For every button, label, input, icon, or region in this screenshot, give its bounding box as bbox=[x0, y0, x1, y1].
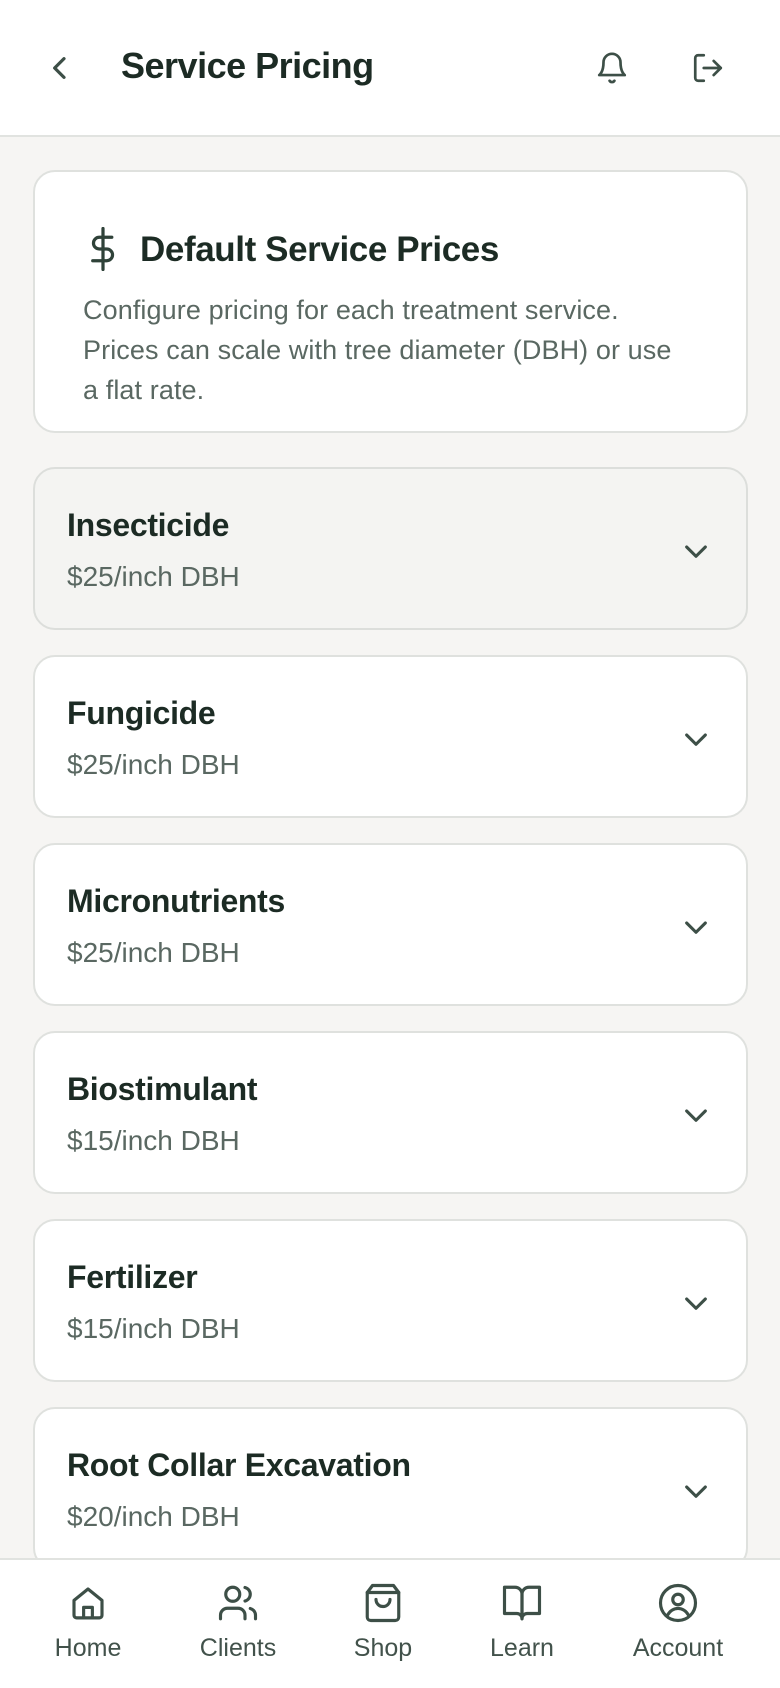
nav-label: Home bbox=[54, 1634, 122, 1662]
service-name: Insecticide bbox=[67, 507, 230, 543]
service-name: Fungicide bbox=[67, 695, 216, 731]
service-price: $15/inch DBH bbox=[67, 1313, 240, 1344]
user-circle-icon bbox=[658, 1583, 698, 1623]
service-price: $15/inch DBH bbox=[67, 1125, 240, 1156]
chevron-down-icon bbox=[685, 1109, 707, 1122]
book-open-icon bbox=[502, 1585, 542, 1621]
nav-item-clients[interactable]: Clients bbox=[173, 1582, 303, 1682]
nav-item-shop[interactable]: Shop bbox=[318, 1582, 448, 1682]
service-price: $25/inch DBH bbox=[67, 561, 240, 592]
service-card-insecticide[interactable]: Insecticide $25/inch DBH bbox=[33, 467, 748, 630]
card-title: Default Service Prices bbox=[140, 230, 499, 269]
chevron-down-icon bbox=[685, 733, 707, 746]
shopping-bag-icon bbox=[365, 1583, 401, 1623]
service-name: Root Collar Excavation bbox=[67, 1447, 411, 1483]
chevron-down-icon bbox=[685, 545, 707, 558]
page-title: Service Pricing bbox=[121, 45, 374, 86]
service-price: $25/inch DBH bbox=[67, 749, 240, 780]
nav-item-learn[interactable]: Learn bbox=[457, 1582, 587, 1682]
service-card-micronutrients[interactable]: Micronutrients $25/inch DBH bbox=[33, 843, 748, 1006]
service-pricing-screen: Service Pricing Default Service Prices C… bbox=[0, 0, 780, 1688]
logout-icon bbox=[693, 53, 723, 83]
home-icon bbox=[72, 1587, 104, 1620]
back-button[interactable] bbox=[40, 46, 80, 90]
users-icon bbox=[218, 1585, 258, 1621]
card-description: Configure pricing for each treatment ser… bbox=[83, 295, 672, 405]
bottom-navigation: Home Clients Shop Learn Account bbox=[0, 1558, 780, 1688]
logout-button[interactable] bbox=[685, 45, 731, 91]
service-name: Biostimulant bbox=[67, 1071, 258, 1107]
nav-label: Clients bbox=[199, 1634, 277, 1662]
nav-item-account[interactable]: Account bbox=[613, 1582, 743, 1682]
nav-label: Learn bbox=[490, 1634, 554, 1662]
service-card-fertilizer[interactable]: Fertilizer $15/inch DBH bbox=[33, 1219, 748, 1382]
service-price: $20/inch DBH bbox=[67, 1501, 240, 1532]
service-card-fungicide[interactable]: Fungicide $25/inch DBH bbox=[33, 655, 748, 818]
content-area: Default Service Prices Configure pricing… bbox=[33, 170, 748, 1570]
nav-label: Shop bbox=[353, 1634, 413, 1662]
notifications-button[interactable] bbox=[589, 45, 635, 91]
service-price: $25/inch DBH bbox=[67, 937, 240, 968]
service-card-biostimulant[interactable]: Biostimulant $15/inch DBH bbox=[33, 1031, 748, 1194]
service-name: Fertilizer bbox=[67, 1259, 198, 1295]
service-name: Micronutrients bbox=[67, 883, 286, 919]
service-card-root-collar-excavation[interactable]: Root Collar Excavation $20/inch DBH bbox=[33, 1407, 748, 1570]
chevron-down-icon bbox=[685, 921, 707, 934]
default-prices-card: Default Service Prices Configure pricing… bbox=[33, 170, 748, 433]
top-app-bar: Service Pricing bbox=[0, 0, 780, 137]
chevron-down-icon bbox=[685, 1297, 707, 1310]
dollar-sign-icon bbox=[91, 227, 115, 271]
chevron-left-icon bbox=[53, 57, 66, 79]
bell-icon bbox=[597, 52, 627, 84]
nav-label: Account bbox=[632, 1634, 724, 1662]
chevron-down-icon bbox=[685, 1485, 707, 1498]
nav-item-home[interactable]: Home bbox=[23, 1582, 153, 1682]
